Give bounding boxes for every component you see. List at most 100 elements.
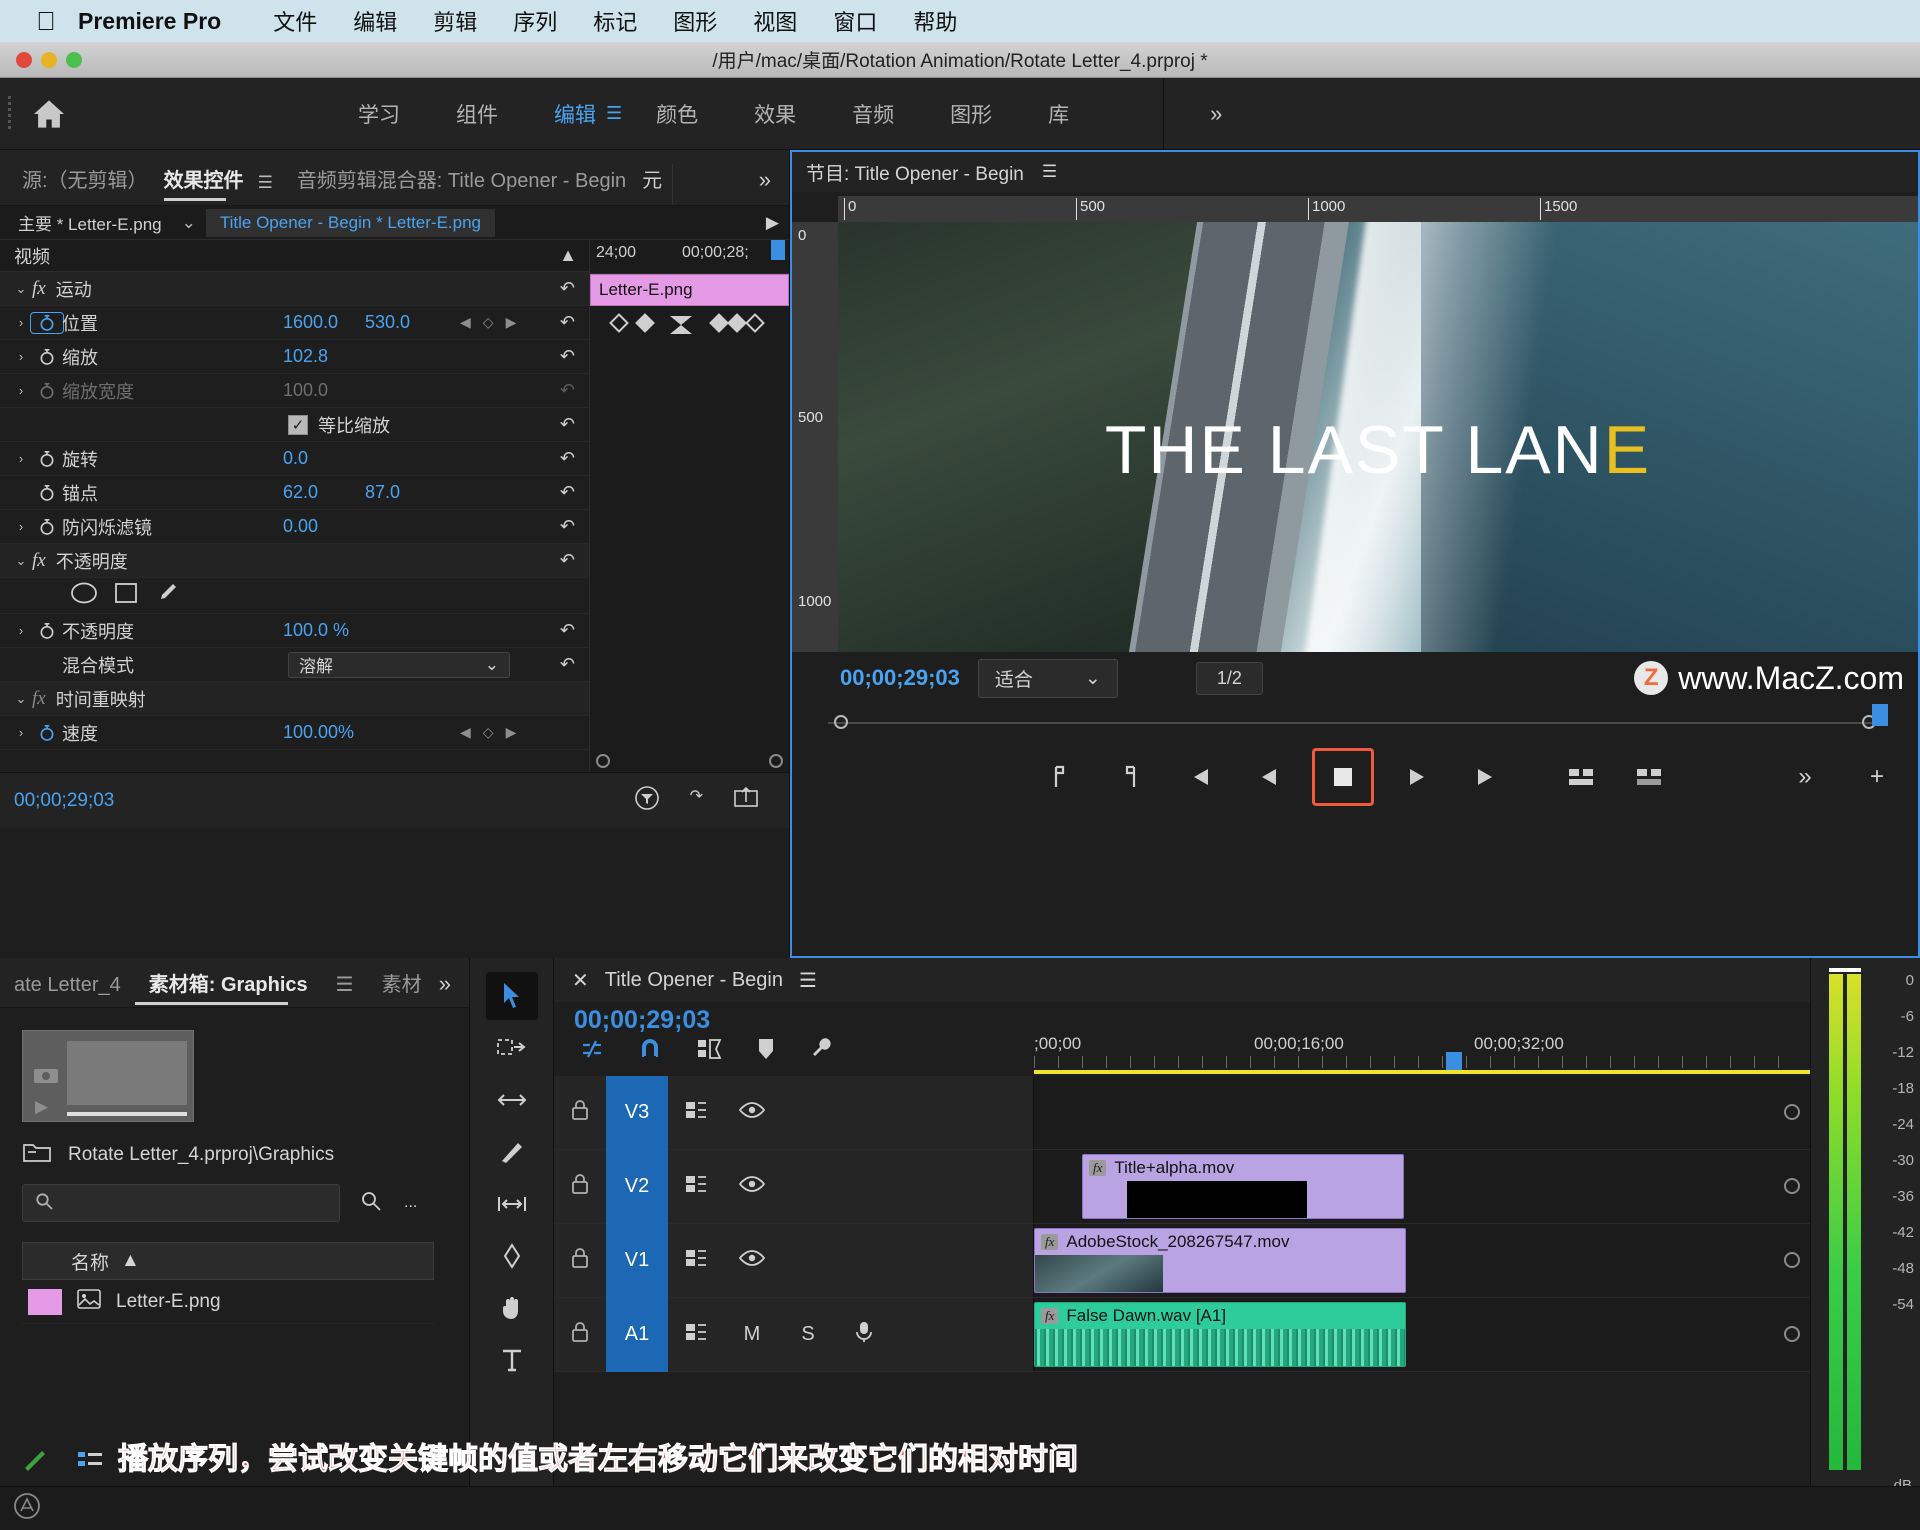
program-timecode[interactable]: 00;00;29;03 [840,665,960,691]
stopwatch-icon[interactable] [32,518,62,536]
tab-media-browser[interactable]: 素材 [368,968,436,1007]
snap-icon[interactable] [638,1037,662,1067]
settings-wrench-icon[interactable] [810,1037,834,1067]
sync-lock-icon[interactable] [668,1248,724,1274]
eye-icon[interactable] [724,1249,780,1273]
stopwatch-icon[interactable] [32,724,62,742]
twirl-icon[interactable]: ⌄ [10,553,32,569]
workspace-tab-libraries[interactable]: 库 [1020,99,1097,129]
project-preview-thumbnail[interactable]: ▶ [22,1030,194,1122]
sort-asc-icon[interactable]: ▲ [121,1250,140,1272]
menu-item-clip[interactable]: 剪辑 [415,5,495,37]
keyframe-marker[interactable] [727,313,747,333]
find-icon[interactable] [358,1189,386,1218]
effect-controls-timeline[interactable]: 24;00 00;00;28; Letter-E.png [590,240,789,772]
param-position[interactable]: › 位置 1600.0 530.0 ◀ ◇ ▶ ↶ [0,306,589,340]
stopwatch-icon[interactable] [32,348,62,366]
stopwatch-icon[interactable] [32,382,62,400]
scroll-handle-right[interactable] [769,754,783,768]
go-to-out-icon[interactable] [1468,756,1510,798]
go-to-in-icon[interactable] [1176,756,1218,798]
keyframe-marker[interactable] [709,313,729,333]
workspace-tab-learn[interactable]: 学习 [330,99,428,129]
bin-folder-icon[interactable] [22,1140,52,1170]
track-name-v1[interactable]: V1 [606,1223,668,1298]
project-overflow-icon[interactable]: » [439,971,469,1007]
apple-logo-icon[interactable]:  [14,6,78,37]
mute-track-button[interactable]: M [724,1323,780,1346]
razor-tool[interactable] [486,1128,538,1176]
param-scale-width[interactable]: › 缩放宽度 100.0 ↶ [0,374,589,408]
chevron-down-icon[interactable]: ⌄ [1085,667,1101,690]
reset-motion-icon[interactable]: ↶ [560,278,575,299]
new-item-icon[interactable] [22,1448,48,1477]
program-monitor-menu-icon[interactable]: ☰ [1024,162,1057,182]
effect-controls-menu-icon[interactable]: ☰ [252,173,297,205]
audio-meters-panel[interactable]: 0 -6 -12 -18 -24 -30 -36 -42 -48 -54 dB [1810,958,1920,1530]
slip-tool[interactable] [486,1180,538,1228]
menu-item-edit[interactable]: 编辑 [335,5,415,37]
solo-track-button[interactable]: S [780,1323,836,1346]
list-item[interactable]: Letter-E.png [22,1280,434,1324]
twirl-icon[interactable]: › [10,383,32,398]
param-opacity[interactable]: › 不透明度 100.0 % ↶ [0,614,589,648]
play-arrow-icon[interactable]: ▶ [766,213,789,233]
eye-icon[interactable] [724,1101,780,1125]
button-editor-add-icon[interactable]: + [1856,756,1898,798]
menu-item-sequence[interactable]: 序列 [495,5,575,37]
twirl-icon[interactable]: › [10,451,32,466]
tab-bin-graphics[interactable]: 素材箱: Graphics [134,968,322,1007]
prev-keyframe-icon[interactable]: ◀ [460,724,471,741]
keyframe-marker[interactable] [609,313,629,333]
reset-uniform-scale-icon[interactable]: ↶ [560,414,575,435]
uniform-scale-checkbox[interactable]: ✓ [288,414,308,435]
track-name-a1[interactable]: A1 [606,1297,668,1372]
close-icon[interactable]: ✕ [572,968,589,993]
track-scroll-handle[interactable] [1784,1178,1800,1194]
stopwatch-icon[interactable] [30,311,64,334]
linked-selection-icon[interactable] [580,1037,604,1067]
marker-sync-icon[interactable] [696,1037,722,1067]
app-name-label[interactable]: Premiere Pro [78,8,221,35]
sequence-clip-label[interactable]: Title Opener - Begin * Letter-E.png [205,208,495,237]
adobe-cc-icon[interactable] [14,1493,40,1524]
lift-icon[interactable] [1560,756,1602,798]
track-name-v3[interactable]: V3 [606,1075,668,1150]
param-anchor-point[interactable]: 锚点 62.0 87.0 ↶ [0,476,589,510]
param-scale-value[interactable]: 102.8 [283,346,328,367]
param-antiflicker[interactable]: › 防闪烁滤镜 0.00 ↶ [0,510,589,544]
param-antiflicker-value[interactable]: 0.00 [283,516,318,537]
twirl-icon[interactable]: › [10,623,32,638]
ellipse-mask-icon[interactable] [70,582,98,609]
clip-adobestock[interactable]: fx AdobeStock_208267547.mov [1034,1228,1406,1293]
meter-clip-indicator[interactable] [1829,968,1861,972]
stopwatch-icon[interactable] [32,622,62,640]
track-body-v3[interactable]: fx [1034,1070,1882,1149]
track-body-v2[interactable]: fx Title+alpha.mov [1034,1150,1810,1223]
scroll-handle-left[interactable] [596,754,610,768]
zoom-level-dropdown[interactable]: 适合 ⌄ [977,658,1118,698]
program-video-frame[interactable]: THE LAST LANE [838,222,1918,652]
tab-source-monitor[interactable]: 源:（无剪辑） [22,164,164,205]
track-select-forward-tool[interactable] [486,1024,538,1072]
track-scroll-handle[interactable] [1784,1104,1800,1120]
param-speed-value[interactable]: 100.00% [283,722,354,743]
tab-audio-clip-mixer[interactable]: 音频剪辑混合器: Title Opener - Begin [297,164,642,205]
keyframe-nav[interactable]: ◀ ◇ ▶ [460,724,516,741]
workspace-tab-effects[interactable]: 效果 [726,99,824,129]
twirl-icon[interactable]: › [10,349,32,364]
collapse-caret-icon[interactable]: ▲ [559,245,589,266]
keyframe-nav[interactable]: ◀ ◇ ▶ [460,314,516,331]
program-overflow-icon[interactable]: » [1784,756,1826,798]
lock-icon[interactable] [554,1321,606,1349]
track-header-v2[interactable]: V2 [554,1149,1034,1224]
eye-icon[interactable] [724,1175,780,1199]
twirl-icon[interactable]: ⌄ [10,691,32,707]
keyframe-marker[interactable] [635,313,655,333]
track-scroll-handle[interactable] [1784,1252,1800,1268]
timeline-timecode[interactable]: 00;00;29;03 [554,1002,1810,1035]
param-position-x[interactable]: 1600.0 [283,312,338,333]
type-tool[interactable] [486,1336,538,1384]
sync-lock-icon[interactable] [668,1174,724,1200]
workspace-tab-graphics[interactable]: 图形 [922,99,1020,129]
